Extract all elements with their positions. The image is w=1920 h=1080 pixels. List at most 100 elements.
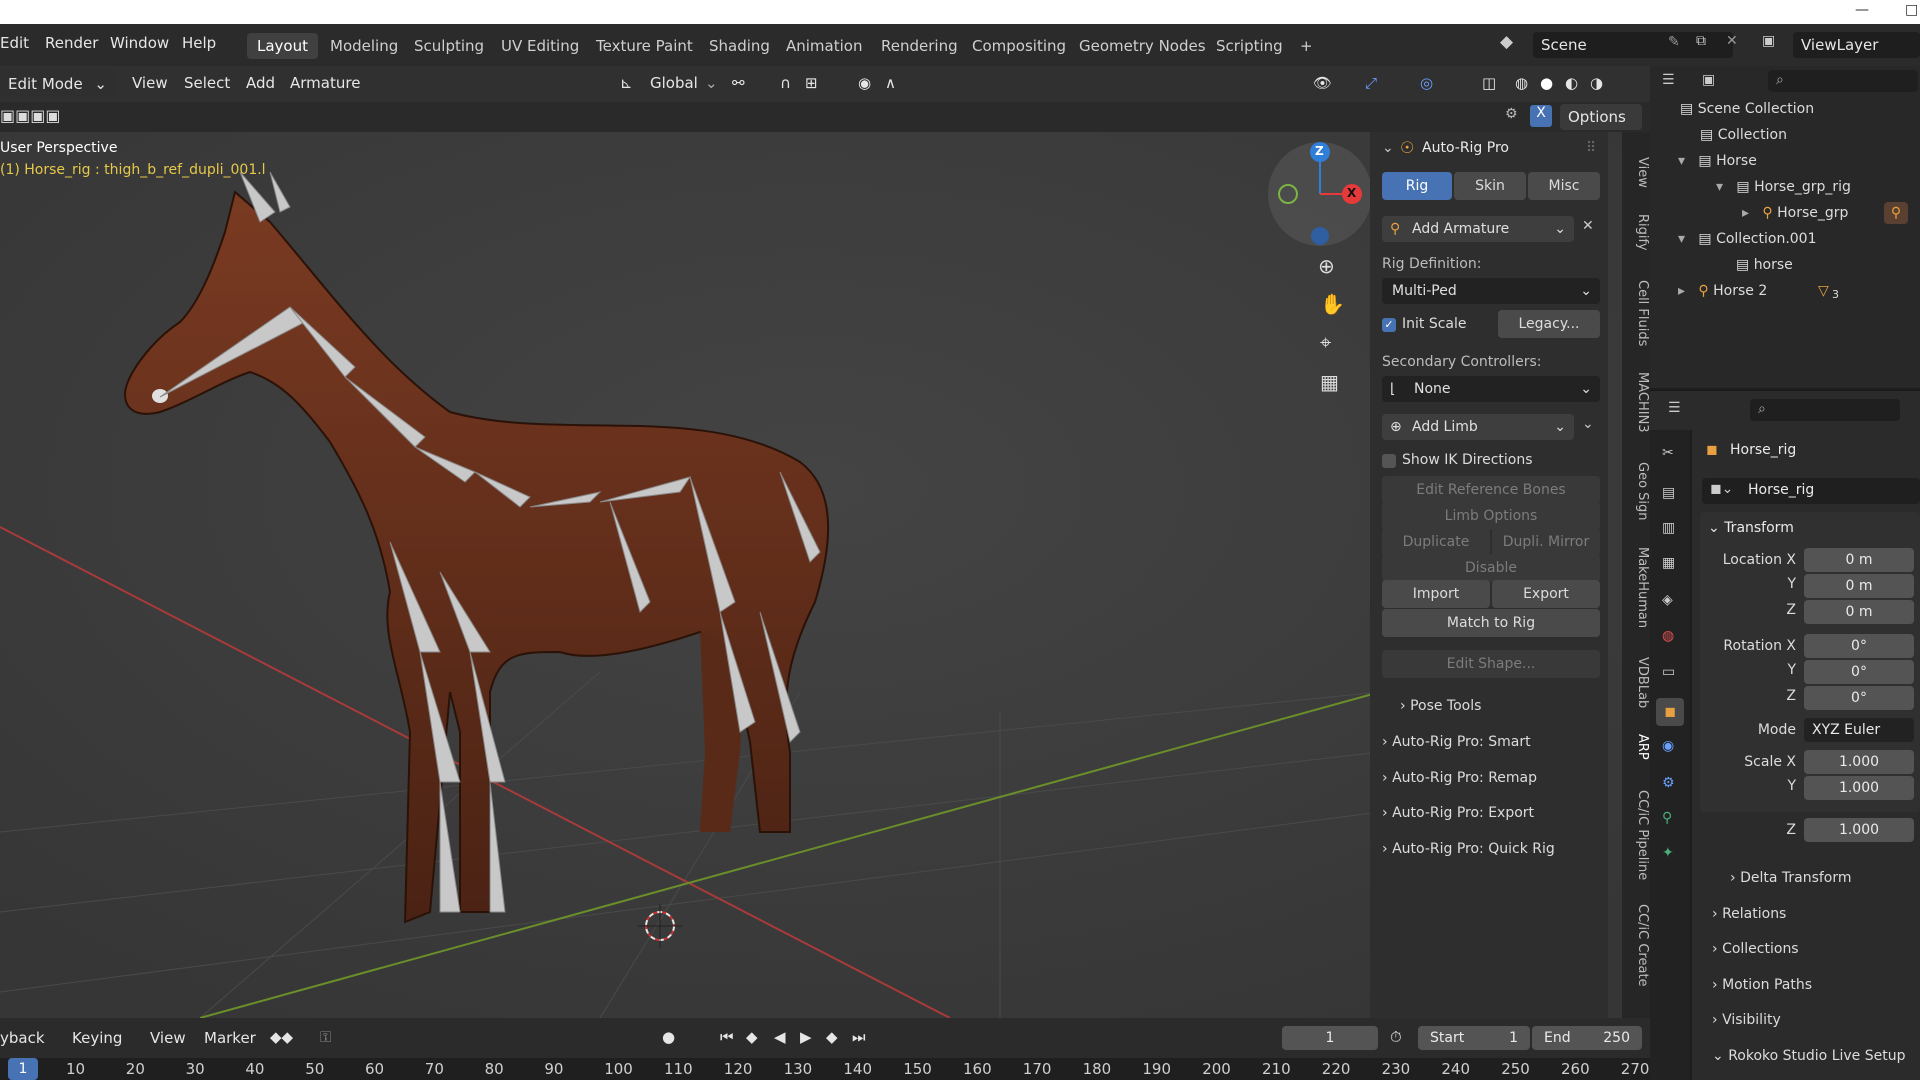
mesh-data-icon[interactable]: ▽ xyxy=(1818,278,1829,304)
grid-view-icon[interactable]: ▦ xyxy=(1320,370,1339,394)
xray-icon[interactable]: ◫ xyxy=(1482,74,1496,92)
xray-toggle-button[interactable]: X xyxy=(1530,105,1552,127)
relations-section[interactable]: › Relations xyxy=(1712,906,1786,922)
keyframe-icon[interactable]: ◆◆ xyxy=(270,1028,293,1046)
disable-button[interactable]: Disable xyxy=(1382,554,1600,582)
motion-paths-section[interactable]: › Motion Paths xyxy=(1712,977,1812,993)
snap-icon[interactable]: ∩ xyxy=(780,74,791,92)
transform-header[interactable]: ⌄ Transform xyxy=(1708,520,1794,536)
rotation-mode-dropdown[interactable]: XYZ Euler xyxy=(1804,718,1914,742)
vtab-arp[interactable]: ARP xyxy=(1622,734,1650,760)
menu-view[interactable]: View xyxy=(150,1029,186,1047)
rokoko-section[interactable]: ⌄ Rokoko Studio Live Setup xyxy=(1712,1048,1905,1064)
menu-add[interactable]: Add xyxy=(246,74,275,92)
vtab-geo-sign[interactable]: Geo Sign xyxy=(1622,462,1650,521)
vtab-machin3[interactable]: MACHIN3 xyxy=(1622,372,1650,433)
rotation-z-field[interactable]: 0° xyxy=(1804,686,1914,710)
tab-scripting[interactable]: Scripting xyxy=(1206,33,1293,59)
play-icon[interactable]: ▶ xyxy=(800,1028,812,1046)
menu-edit[interactable]: Edit xyxy=(0,34,29,52)
vtab-vdblab[interactable]: VDBLab xyxy=(1622,657,1650,708)
jump-end-icon[interactable]: ⏭ xyxy=(852,1028,866,1046)
prev-keyframe-icon[interactable]: ◆ xyxy=(746,1028,758,1046)
vtab-cc-create[interactable]: CC/iC Create xyxy=(1622,904,1650,987)
import-button[interactable]: Import xyxy=(1382,580,1490,608)
material-shading-icon[interactable]: ◐ xyxy=(1565,74,1578,92)
chevron-down-icon[interactable]: ⌄ xyxy=(1382,140,1394,156)
limb-options-button[interactable]: Limb Options xyxy=(1382,502,1600,530)
pivot-icon[interactable]: ⚯ xyxy=(732,74,745,92)
falloff-icon[interactable]: ∧ xyxy=(885,74,896,92)
outliner-row-collection-001[interactable]: ▾ ▤ Collection.001 xyxy=(1650,226,1920,252)
scene-icon[interactable]: ◈ xyxy=(1662,592,1673,608)
visibility-icon[interactable]: 👁 xyxy=(1313,74,1332,92)
datablock-selector[interactable]: ◼⌄ Horse_rig xyxy=(1702,478,1920,504)
minimize-icon[interactable]: — xyxy=(1855,2,1869,18)
editor-type-icon[interactable]: ☰ xyxy=(1668,400,1681,416)
outliner-row-scene-collection[interactable]: ▤ Scene Collection xyxy=(1650,96,1920,122)
tab-skin[interactable]: Skin xyxy=(1454,172,1526,200)
init-scale-checkbox[interactable]: ✓ xyxy=(1382,318,1396,332)
scale-y-field[interactable]: 1.000 xyxy=(1804,776,1914,800)
current-frame-field[interactable]: 1 xyxy=(1282,1026,1378,1050)
display-mode-icon[interactable]: ☰ xyxy=(1662,72,1675,88)
tab-uv-editing[interactable]: UV Editing xyxy=(491,33,589,59)
orientation-selector[interactable]: Global xyxy=(650,74,698,92)
add-armature-button[interactable]: ⚲ Add Armature ⌄ xyxy=(1382,216,1574,242)
delta-transform-section[interactable]: › Delta Transform xyxy=(1730,870,1852,886)
constraints-icon[interactable]: ⚙ xyxy=(1662,775,1675,791)
location-z-field[interactable]: 0 m xyxy=(1804,600,1914,624)
scale-z-field[interactable]: 1.000 xyxy=(1804,818,1914,842)
solid-shading-icon[interactable]: ● xyxy=(1540,74,1553,92)
camera-icon[interactable]: ⌖ xyxy=(1320,330,1331,354)
new-scene-icon[interactable]: ⧉ xyxy=(1696,33,1706,49)
outliner-row-horse-grp-rig[interactable]: ▾ ▤ Horse_grp_rig xyxy=(1650,174,1920,200)
edit-reference-bones-button[interactable]: Edit Reference Bones xyxy=(1382,476,1600,504)
menu-render[interactable]: Render xyxy=(45,34,98,52)
viewlayer-selector[interactable]: ViewLayer xyxy=(1793,32,1920,58)
next-keyframe-icon[interactable]: ◆ xyxy=(826,1028,838,1046)
tab-rendering[interactable]: Rendering xyxy=(871,33,968,59)
shading-settings-icon[interactable]: ⚙ xyxy=(1505,106,1518,122)
expand-arrow-icon[interactable]: ▾ xyxy=(1678,153,1685,169)
vtab-view[interactable]: View xyxy=(1622,157,1650,188)
maximize-icon[interactable]: □ xyxy=(1905,2,1918,18)
tab-geometry-nodes[interactable]: Geometry Nodes xyxy=(1069,33,1216,59)
tab-texture-paint[interactable]: Texture Paint xyxy=(586,33,703,59)
tab-animation[interactable]: Animation xyxy=(776,33,872,59)
playhead[interactable]: 1 xyxy=(8,1058,38,1080)
rig-definition-dropdown[interactable]: Multi-Ped ⌄ xyxy=(1382,278,1600,304)
secondary-controllers-dropdown[interactable]: ⌊ None ⌄ xyxy=(1382,376,1600,402)
auto-keying-icon[interactable]: ⚿ xyxy=(320,1028,331,1046)
expand-arrow-icon[interactable]: ▸ xyxy=(1742,205,1749,221)
menu-select[interactable]: Select xyxy=(184,74,230,92)
armature-data-icon[interactable]: ⚲ xyxy=(1884,202,1908,224)
wireframe-shading-icon[interactable]: ◍ xyxy=(1515,74,1528,92)
pin-icon[interactable]: ✎ xyxy=(1668,34,1680,50)
outliner-row-horse-2[interactable]: ▸ ⚲ Horse 2 ▽ 3 xyxy=(1650,278,1920,304)
collection-icon[interactable]: ▭ xyxy=(1662,664,1675,680)
tab-shading[interactable]: Shading xyxy=(699,33,780,59)
close-icon[interactable]: ✕ xyxy=(1582,218,1594,234)
duplicate-button[interactable]: Duplicate xyxy=(1382,528,1490,556)
menu-view[interactable]: View xyxy=(132,74,168,92)
tab-compositing[interactable]: Compositing xyxy=(962,33,1076,59)
bone-icon[interactable]: ✦ xyxy=(1662,845,1674,861)
outliner-row-horse[interactable]: ▾ ▤ Horse xyxy=(1650,148,1920,174)
chevron-down-icon[interactable]: ⌄ xyxy=(1582,416,1594,432)
rotation-y-field[interactable]: 0° xyxy=(1804,660,1914,684)
options-dropdown[interactable]: Options xyxy=(1560,104,1642,130)
expand-arrow-icon[interactable]: ▾ xyxy=(1716,179,1723,195)
export-button[interactable]: Export xyxy=(1492,580,1600,608)
vtab-cell-fluids[interactable]: Cell Fluids xyxy=(1622,280,1650,346)
subpanel-quick-rig[interactable]: › Auto-Rig Pro: Quick Rig xyxy=(1382,841,1555,857)
filter-icon[interactable]: ▣ xyxy=(1702,72,1715,88)
world-icon[interactable]: ◍ xyxy=(1662,628,1674,644)
vtab-cc-pipeline[interactable]: CC/iC Pipeline xyxy=(1622,790,1650,880)
tab-rig[interactable]: Rig xyxy=(1382,172,1452,200)
menu-marker[interactable]: Marker xyxy=(204,1029,256,1047)
proportional-edit-icon[interactable]: ◉ xyxy=(858,74,871,92)
play-reverse-icon[interactable]: ◀ xyxy=(774,1028,786,1046)
visibility-section[interactable]: › Visibility xyxy=(1712,1012,1781,1028)
menu-keying[interactable]: Keying xyxy=(72,1029,122,1047)
